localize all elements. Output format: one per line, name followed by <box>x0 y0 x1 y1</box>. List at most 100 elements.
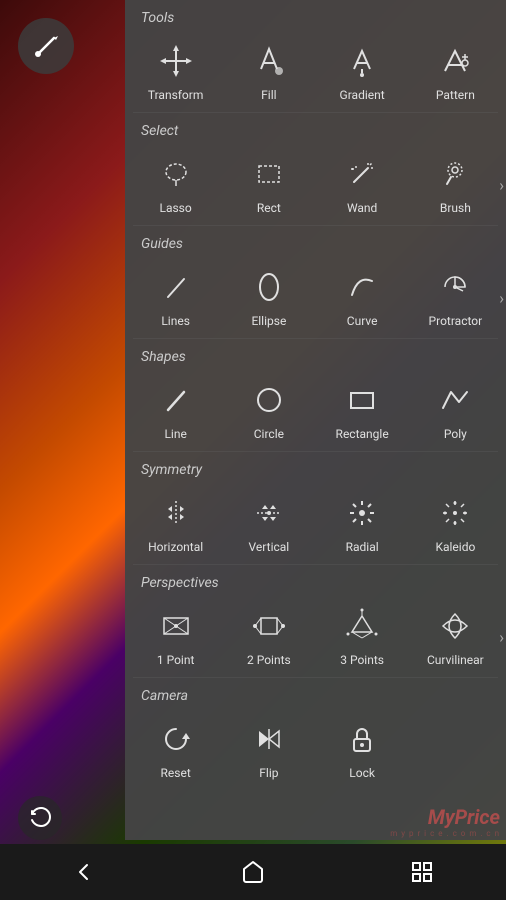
lines-icon <box>155 266 197 308</box>
section-title-perspectives: Perspectives <box>125 565 506 597</box>
circle-icon <box>248 379 290 421</box>
tool-gradient-label: Gradient <box>340 88 385 102</box>
tools-section-grid: Transform Fill Gradient <box>125 32 506 112</box>
guides-chevron: › <box>499 289 504 308</box>
section-title-guides: Guides <box>125 226 506 258</box>
select-chevron: › <box>499 176 504 195</box>
vertical-sym-icon <box>248 492 290 534</box>
protractor-icon <box>434 266 476 308</box>
tool-2points[interactable]: 2 Points <box>222 597 315 677</box>
rectangle-icon <box>341 379 383 421</box>
poly-icon <box>434 379 476 421</box>
tool-pattern[interactable]: Pattern <box>409 32 502 112</box>
tool-fill-label: Fill <box>261 88 276 102</box>
symmetry-section-grid: Horizontal Vertical <box>125 484 506 564</box>
tool-curve-label: Curve <box>347 314 378 328</box>
curvilinear-icon <box>434 605 476 647</box>
tool-curvilinear[interactable]: Curvilinear <box>409 597 502 677</box>
tool-lock[interactable]: Lock <box>316 710 409 790</box>
tool-lines-label: Lines <box>161 314 190 328</box>
tool-2points-label: 2 Points <box>247 653 291 667</box>
brush-select-icon <box>434 153 476 195</box>
navigation-bar <box>0 844 506 900</box>
tool-1point-label: 1 Point <box>157 653 195 667</box>
1point-icon <box>155 605 197 647</box>
flip-icon <box>248 718 290 760</box>
tool-line[interactable]: Line <box>129 371 222 451</box>
tool-kaleido-label: Kaleido <box>435 540 475 554</box>
tool-horizontal-label: Horizontal <box>148 540 203 554</box>
tool-vertical-label: Vertical <box>249 540 290 554</box>
horizontal-sym-icon <box>155 492 197 534</box>
tool-protractor[interactable]: Protractor <box>409 258 502 338</box>
tool-flip-label: Flip <box>259 766 278 780</box>
watermark-subtext: m y p r i c e . c o m . c n <box>390 829 500 838</box>
tool-circle-label: Circle <box>254 427 284 441</box>
reset-icon <box>155 718 197 760</box>
lock-icon <box>341 718 383 760</box>
tool-empty <box>409 710 502 790</box>
line-icon <box>155 379 197 421</box>
tool-circle[interactable]: Circle <box>222 371 315 451</box>
tool-transform[interactable]: Transform <box>129 32 222 112</box>
tool-ellipse-label: Ellipse <box>251 314 286 328</box>
section-title-select: Select <box>125 113 506 145</box>
section-title-symmetry: Symmetry <box>125 452 506 484</box>
guides-section-grid: Lines Ellipse Curve <box>125 258 506 338</box>
pattern-icon <box>434 40 476 82</box>
2points-icon <box>248 605 290 647</box>
tool-fill[interactable]: Fill <box>222 32 315 112</box>
tool-3points-label: 3 Points <box>340 653 384 667</box>
shapes-section-grid: Line Circle Rectangle <box>125 371 506 451</box>
fill-icon <box>248 40 290 82</box>
brush-tool-button[interactable] <box>18 18 74 74</box>
tool-reset-label: Reset <box>161 766 191 780</box>
tool-rectangle[interactable]: Rectangle <box>316 371 409 451</box>
tool-lock-label: Lock <box>349 766 375 780</box>
kaleido-sym-icon <box>434 492 476 534</box>
tool-rectangle-label: Rectangle <box>336 427 389 441</box>
tool-wand-label: Wand <box>347 201 377 215</box>
tool-rect-label: Rect <box>257 201 281 215</box>
tool-kaleido[interactable]: Kaleido <box>409 484 502 564</box>
tool-protractor-label: Protractor <box>429 314 483 328</box>
tool-lasso-label: Lasso <box>160 201 192 215</box>
home-button[interactable] <box>228 852 278 892</box>
tool-rect[interactable]: Rect <box>222 145 315 225</box>
3points-icon <box>341 605 383 647</box>
apps-button[interactable] <box>397 852 447 892</box>
tool-horizontal[interactable]: Horizontal <box>129 484 222 564</box>
perspectives-chevron: › <box>499 628 504 647</box>
move-icon <box>155 40 197 82</box>
lasso-icon <box>155 153 197 195</box>
camera-section-grid: Reset Flip Lock <box>125 710 506 790</box>
tool-3points[interactable]: 3 Points <box>316 597 409 677</box>
curve-icon <box>341 266 383 308</box>
tool-radial-label: Radial <box>346 540 379 554</box>
gradient-icon <box>341 40 383 82</box>
tool-radial[interactable]: Radial <box>316 484 409 564</box>
rect-icon <box>248 153 290 195</box>
radial-sym-icon <box>341 492 383 534</box>
tool-vertical[interactable]: Vertical <box>222 484 315 564</box>
tool-1point[interactable]: 1 Point <box>129 597 222 677</box>
section-title-shapes: Shapes <box>125 339 506 371</box>
tool-transform-label: Transform <box>148 88 204 102</box>
undo-button[interactable] <box>18 796 62 840</box>
tool-flip[interactable]: Flip <box>222 710 315 790</box>
tool-curve[interactable]: Curve <box>316 258 409 338</box>
tool-line-label: Line <box>164 427 186 441</box>
tool-gradient[interactable]: Gradient <box>316 32 409 112</box>
perspectives-section-grid: 1 Point 2 Points <box>125 597 506 677</box>
tool-lasso[interactable]: Lasso <box>129 145 222 225</box>
watermark-text: MyPrice <box>390 805 500 829</box>
tool-brush-select[interactable]: Brush <box>409 145 502 225</box>
tool-lines[interactable]: Lines <box>129 258 222 338</box>
tool-reset[interactable]: Reset <box>129 710 222 790</box>
tool-ellipse[interactable]: Ellipse <box>222 258 315 338</box>
tool-wand[interactable]: Wand <box>316 145 409 225</box>
back-button[interactable] <box>59 852 109 892</box>
section-title-camera: Camera <box>125 678 506 710</box>
tool-poly[interactable]: Poly <box>409 371 502 451</box>
tool-poly-label: Poly <box>444 427 467 441</box>
